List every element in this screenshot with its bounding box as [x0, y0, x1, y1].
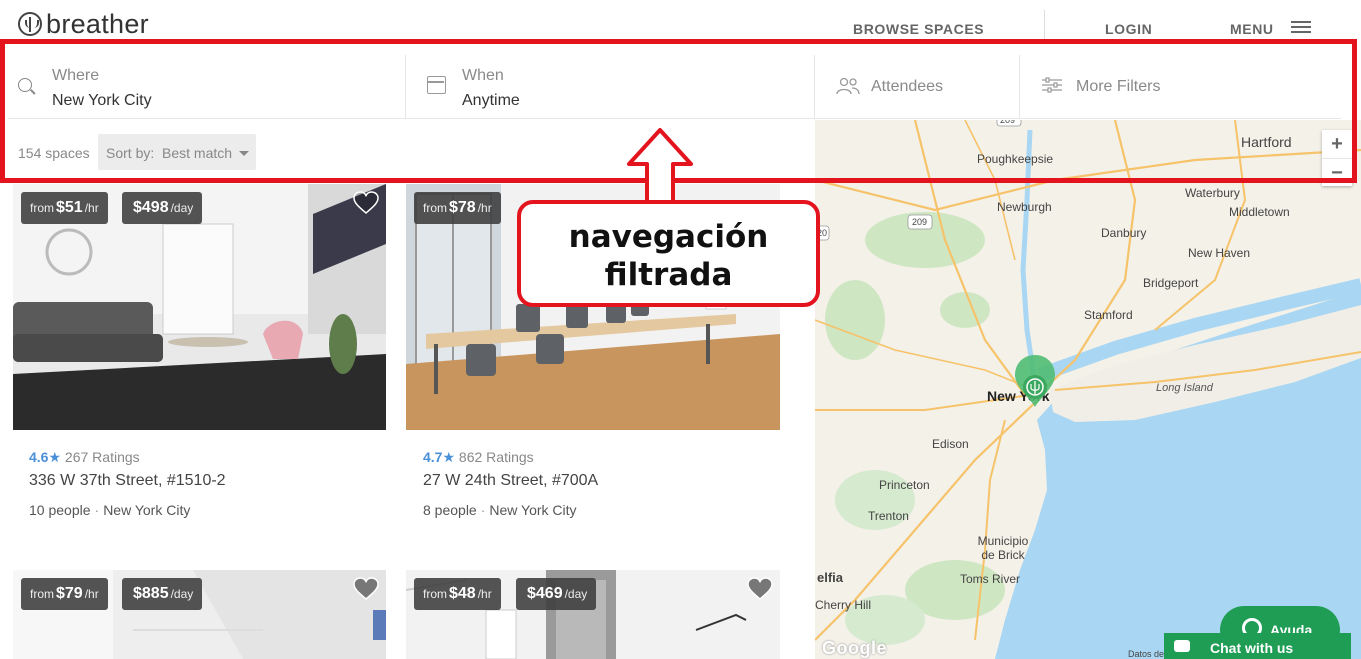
daily-price: $885 [133, 585, 169, 602]
map-label-long-island: Long Island [1156, 382, 1213, 394]
daily-price-tag: $885 /day [122, 578, 203, 610]
brand-logo[interactable]: breather [18, 9, 149, 39]
tree-icon [18, 12, 42, 36]
heart-icon[interactable] [353, 577, 379, 601]
separator-dot: · [94, 502, 100, 518]
map-label-trenton: Trenton [868, 509, 909, 523]
listing-meta: 10 people · New York City [29, 502, 190, 518]
map-label-danbury: Danbury [1101, 226, 1147, 240]
hourly-price-tag: from $51 /hr [21, 192, 108, 224]
rating-value: 4.7 [423, 449, 443, 465]
chat-label: Chat with us [1210, 640, 1294, 656]
map-label-bridgeport: Bridgeport [1143, 276, 1199, 290]
map-canvas [815, 120, 1361, 659]
price-unit: /hr [477, 587, 492, 601]
price-unit: /hr [84, 201, 99, 215]
annotation-line: navegación [568, 219, 769, 255]
annotation-text: navegación filtrada [521, 218, 816, 294]
listing-address[interactable]: 27 W 24th Street, #700A [423, 472, 598, 490]
hourly-price-tag: from $78 /hr [414, 192, 501, 224]
ratings-count: 862 Ratings [458, 449, 534, 465]
map-label-princeton: Princeton [879, 478, 930, 492]
chat-bubble-icon [1174, 640, 1190, 652]
annotation-line: filtrada [604, 257, 733, 293]
login-link[interactable]: LOGIN [1105, 21, 1152, 37]
price-unit: /hr [84, 587, 99, 601]
map-label-new-haven: New Haven [1188, 246, 1251, 260]
hamburger-icon[interactable] [1291, 21, 1311, 33]
map-label-newburgh: Newburgh [997, 200, 1052, 214]
map-label-cherry-hill: Cherry Hill [815, 598, 872, 612]
rating-value: 4.6 [29, 449, 49, 465]
menu-link[interactable]: MENU [1230, 21, 1274, 37]
daily-price: $469 [527, 585, 563, 602]
hourly-price: $78 [449, 199, 476, 216]
price-prefix: from [30, 587, 54, 601]
star-icon: ★ [442, 449, 456, 465]
heart-icon[interactable] [353, 191, 379, 215]
map-label-stamford: Stamford [1084, 308, 1133, 322]
daily-price: $498 [133, 199, 169, 216]
map-label-municipio: Municipio de Brick [977, 534, 1029, 562]
road-shield-label: 209 [912, 217, 928, 227]
map-label-philadelphia: elfia [817, 570, 844, 585]
listing-city: New York City [103, 502, 191, 518]
heart-icon[interactable] [747, 577, 773, 601]
price-unit: /day [170, 201, 194, 215]
listing-rating: 4.6★ 267 Ratings [29, 449, 140, 466]
listing-capacity: 8 people [423, 502, 477, 518]
hourly-price-tag: from $79 /hr [21, 578, 108, 610]
listing-rating: 4.7★ 862 Ratings [423, 449, 534, 466]
price-unit: /day [170, 587, 194, 601]
map-label-toms-river: Toms River [960, 572, 1021, 586]
listing-address[interactable]: 336 W 37th Street, #1510-2 [29, 472, 226, 490]
ratings-count: 267 Ratings [64, 449, 140, 465]
map-pin-icon[interactable] [1012, 353, 1058, 409]
page: breather BROWSE SPACES LOGIN MENU Where … [0, 0, 1361, 659]
chat-button[interactable]: Chat with us [1164, 633, 1351, 659]
map-label-edison: Edison [932, 437, 969, 451]
price-prefix: from [30, 201, 54, 215]
price-unit: /hr [477, 201, 492, 215]
price-prefix: from [423, 587, 447, 601]
map-label-waterbury: Waterbury [1185, 186, 1240, 200]
hourly-price: $48 [449, 585, 476, 602]
listing-capacity: 10 people [29, 502, 91, 518]
annotation-callout: navegación filtrada [517, 200, 820, 307]
google-logo: Google [822, 638, 887, 658]
hourly-price: $79 [56, 585, 83, 602]
listing-meta: 8 people · New York City [423, 502, 577, 518]
listing-city: New York City [489, 502, 577, 518]
daily-price-tag: $469 /day [516, 578, 597, 610]
map-terms[interactable]: Datos de [1128, 649, 1164, 659]
daily-price-tag: $498 /day [122, 192, 203, 224]
hourly-price: $51 [56, 199, 83, 216]
annotation-arrow-icon [627, 128, 693, 204]
nav-divider [1044, 10, 1045, 42]
separator-dot: · [480, 502, 486, 518]
map[interactable]: 209 209 209 Hartford Poughkeepsie Waterb… [815, 120, 1361, 659]
star-icon: ★ [48, 449, 62, 465]
price-unit: /day [564, 587, 588, 601]
map-label-middletown: Middletown [1229, 205, 1290, 219]
hourly-price-tag: from $48 /hr [414, 578, 501, 610]
browse-spaces-link[interactable]: BROWSE SPACES [853, 21, 984, 37]
site-header: breather BROWSE SPACES LOGIN MENU [0, 0, 1361, 42]
brand-name: breather [46, 9, 149, 39]
price-prefix: from [423, 201, 447, 215]
